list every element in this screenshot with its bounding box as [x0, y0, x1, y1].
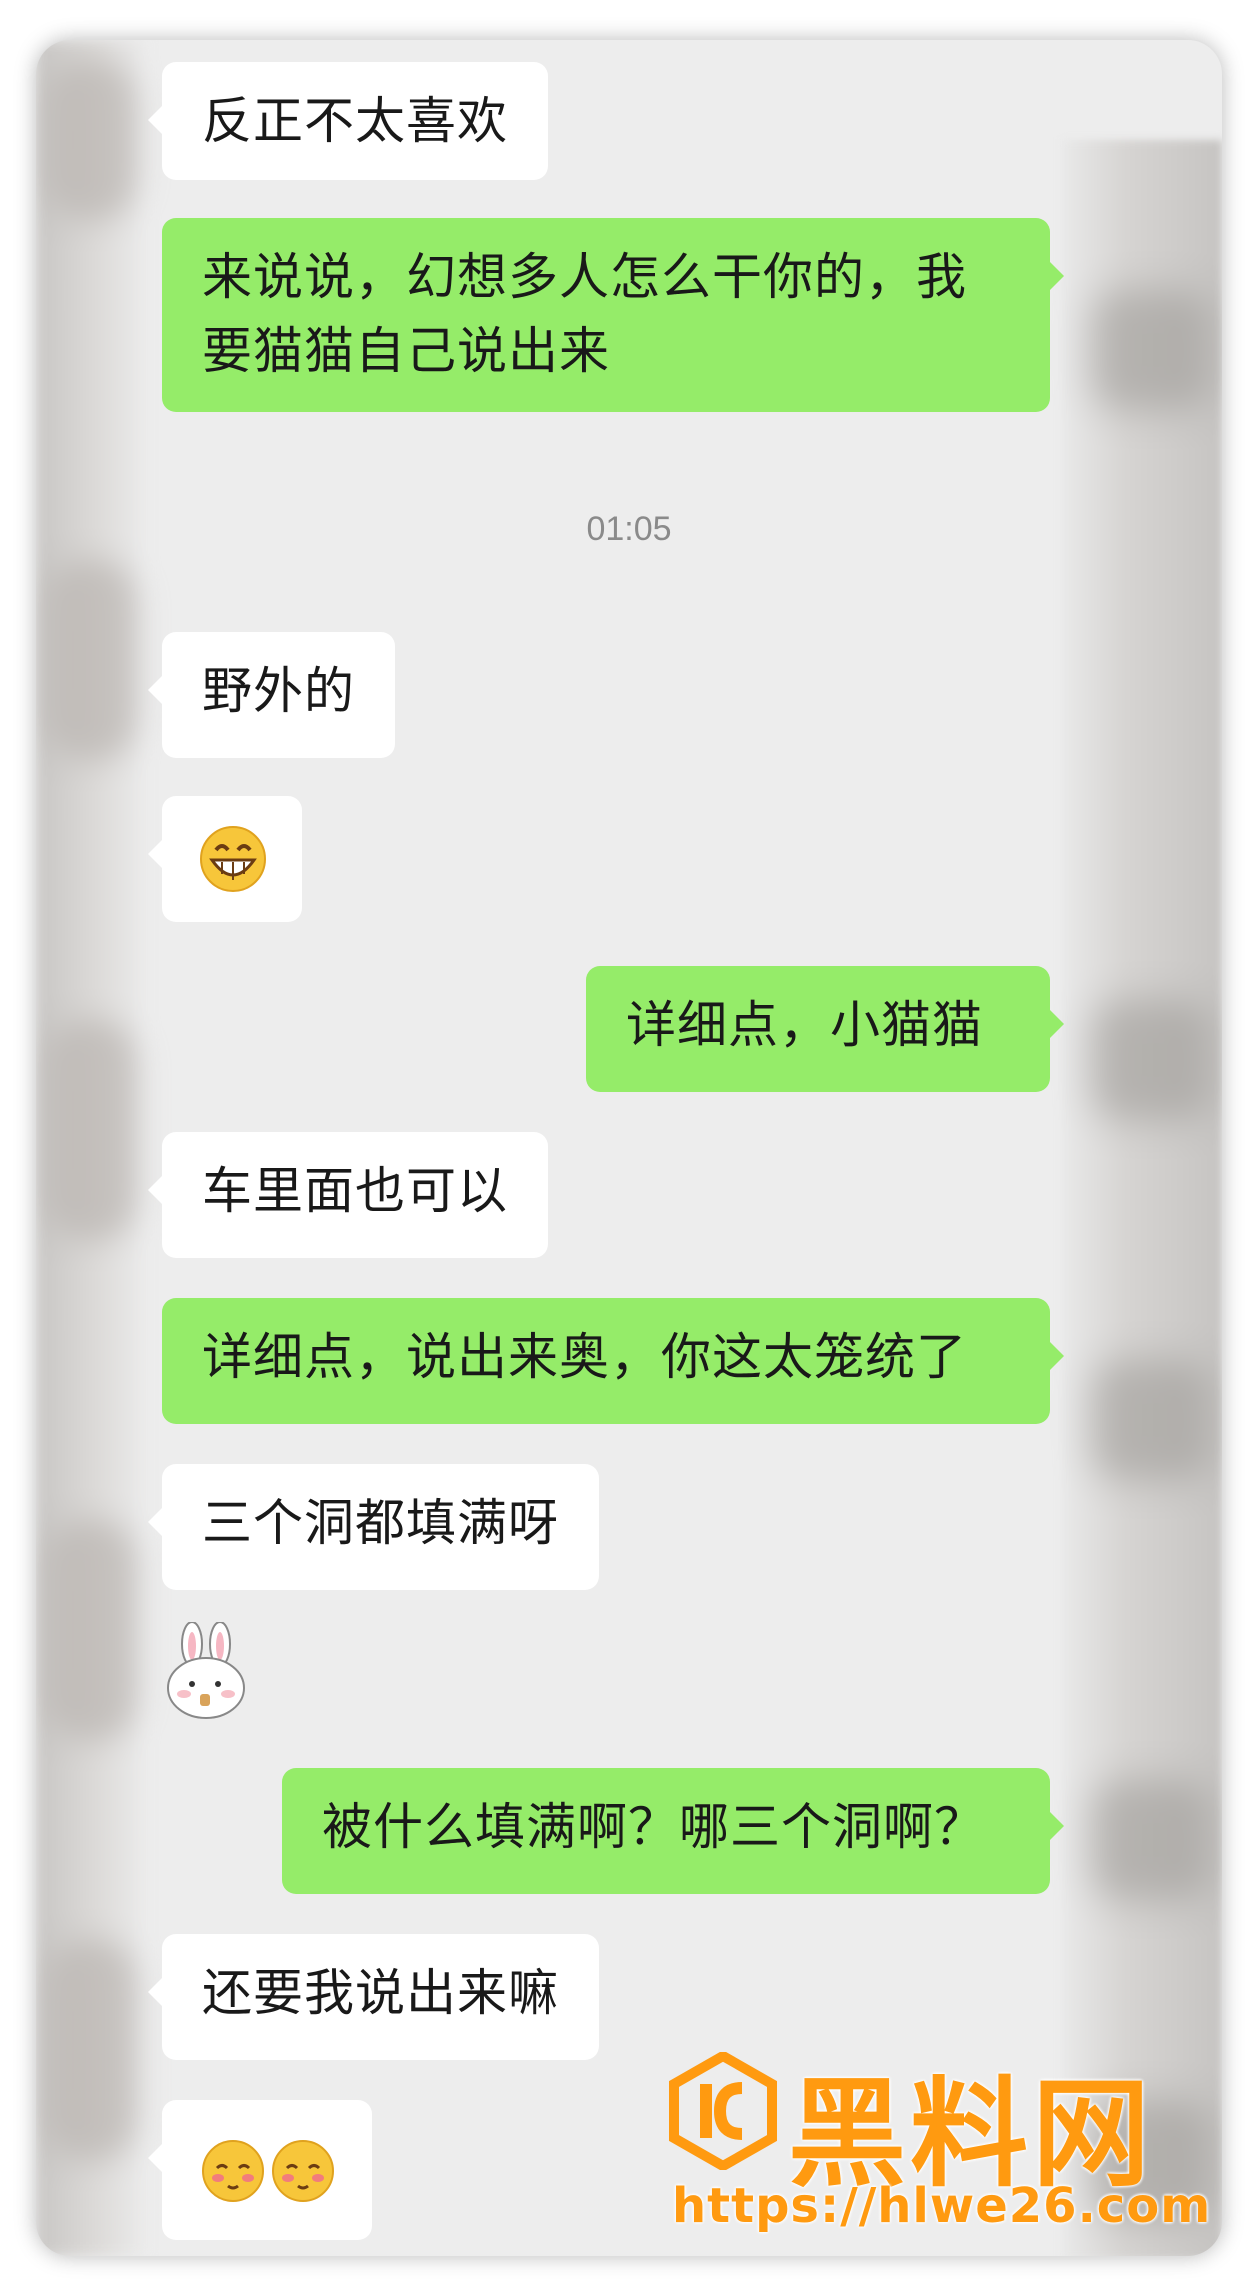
message-bubble-outgoing[interactable]: 来说说，幻想多人怎么干你的，我要猫猫自己说出来 — [162, 218, 1064, 412]
message-bubble-outgoing[interactable]: 详细点，小猫猫 — [586, 966, 1064, 1092]
message-bubble-incoming[interactable]: 野外的 — [148, 632, 395, 758]
message-bubble-incoming[interactable]: 反正不太喜欢 — [148, 62, 548, 180]
message-bubble-incoming[interactable]: 三个洞都填满呀 — [148, 1464, 599, 1590]
emoji-bubble[interactable] — [148, 796, 302, 922]
shy-faces-emoji — [202, 2140, 334, 2202]
chat-screenshot-frame: 反正不太喜欢 来说说，幻想多人怎么干你的，我要猫猫自己说出来 01:05 野外的… — [36, 40, 1222, 2256]
bunny-sticker[interactable] — [158, 1621, 258, 1722]
bunny-sticker-icon — [167, 1621, 245, 1719]
emoji-bubble[interactable] — [148, 2100, 372, 2240]
message-bubble-incoming[interactable]: 还要我说出来嘛 — [148, 1934, 599, 2060]
message-bubble-outgoing[interactable]: 详细点，说出来奥，你这太笼统了 — [162, 1298, 1064, 1424]
message-bubble-incoming[interactable]: 车里面也可以 — [148, 1132, 548, 1258]
message-bubble-outgoing[interactable]: 被什么填满啊？哪三个洞啊？ — [282, 1768, 1064, 1894]
grinning-face-emoji — [200, 826, 266, 892]
blurred-avatar-column — [36, 40, 146, 2256]
message-timestamp: 01:05 — [586, 510, 672, 548]
watermark-logo-icon — [669, 2052, 777, 2170]
blurred-avatar-column-right — [1062, 140, 1222, 2256]
